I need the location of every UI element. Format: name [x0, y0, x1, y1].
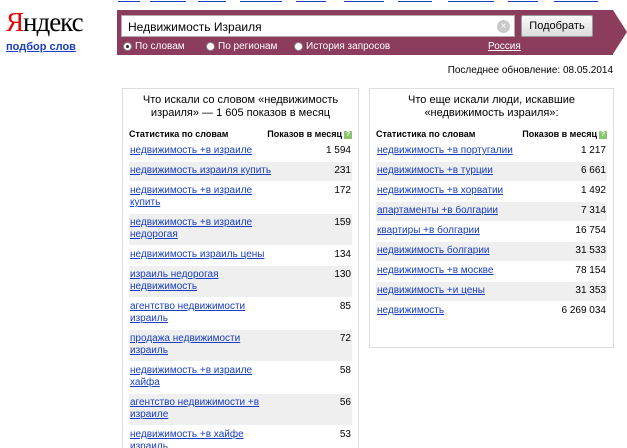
search-mode-radios: По словам По регионам История запросов Р… [123, 41, 603, 53]
impressions-count: 6 661 [580, 165, 606, 176]
column-count-header: Показов в месяц? [522, 129, 607, 139]
help-icon[interactable]: ? [344, 130, 352, 139]
keyword-link[interactable]: продажа недвижимости израиль [129, 330, 279, 361]
radio-by-words[interactable]: По словам [123, 41, 185, 52]
table-row: недвижимость +в турции 6 661 [376, 161, 607, 181]
left-panel-header: Статистика по словам Показов в месяц? [123, 127, 358, 141]
table-row: недвижимость +в израиле купить 172 [129, 181, 352, 213]
radio-query-history[interactable]: История запросов [294, 41, 390, 52]
keyword-link[interactable]: агентство недвижимости +в израиле [129, 394, 279, 425]
impressions-count: 159 [334, 217, 351, 228]
table-row: недвижимость израиля купить 231 [129, 161, 352, 181]
impressions-count: 72 [339, 333, 351, 344]
impressions-count: 134 [334, 249, 351, 260]
keyword-link[interactable]: недвижимость +в израиле [129, 142, 252, 161]
submit-button[interactable]: Подобрать [521, 15, 593, 37]
impressions-count: 56 [339, 397, 351, 408]
keyword-link[interactable]: недвижимость +в хайфе израиль [129, 426, 279, 448]
keyword-link[interactable]: недвижимость +в португалии [376, 142, 513, 161]
table-row: недвижимость израиль цены 134 [129, 245, 352, 265]
right-panel-title: Что еще искали люди, искавшие «недвижимо… [408, 94, 575, 119]
logo-first-letter: Я [6, 7, 24, 37]
left-rows: недвижимость +в израиле 1 594 недвижимость… [123, 141, 358, 448]
keyword-link[interactable]: недвижимость болгарии [376, 242, 490, 261]
table-row: недвижимость +в португалии 1 217 [376, 141, 607, 161]
last-updated: Последнее обновление: 08.05.2014 [447, 65, 613, 76]
impressions-count: 130 [334, 269, 351, 280]
impressions-count: 16 754 [575, 225, 606, 236]
keyword-link[interactable]: недвижимость +в израиле недорогая [129, 214, 279, 245]
keyword-link[interactable]: недвижимость +в турции [376, 162, 493, 181]
table-row: недвижимость +в израиле недорогая 159 [129, 213, 352, 245]
table-row: недвижимость +в москве 78 154 [376, 261, 607, 281]
impressions-count: 53 [339, 429, 351, 440]
left-panel-title: Что искали со словом «недвижимость израи… [142, 94, 339, 119]
impressions-count: 85 [339, 301, 351, 312]
left-panel: Что искали со словом «недвижимость израи… [122, 88, 359, 448]
table-row: недвижимость +в израиле 1 594 [129, 141, 352, 161]
keyword-link[interactable]: недвижимость +в хорватии [376, 182, 503, 201]
table-row: агентство недвижимости израиль 85 [129, 297, 352, 329]
table-row: недвижимость +в хорватии 1 492 [376, 181, 607, 201]
table-row: недвижимость +и цены 31 353 [376, 281, 607, 301]
keyword-link[interactable]: израиль недорогая недвижимость [129, 266, 279, 297]
keyword-link[interactable]: агентство недвижимости израиль [129, 298, 279, 329]
table-row: недвижимость болгарии 31 533 [376, 241, 607, 261]
table-row: агентство недвижимости +в израиле 56 [129, 393, 352, 425]
table-row: квартиры +в болгарии 16 754 [376, 221, 607, 241]
table-row: апартаменты +в болгарии 7 314 [376, 201, 607, 221]
keyword-link[interactable]: недвижимость +в москве [376, 262, 493, 281]
column-keyword-header: Статистика по словам [129, 129, 229, 139]
right-rows: недвижимость +в португалии 1 217 недвижимо… [370, 141, 613, 321]
keyword-link[interactable]: недвижимость израиля купить [129, 162, 271, 181]
radio-dot-icon [206, 42, 215, 51]
impressions-count: 1 594 [325, 145, 351, 156]
search-query: Недвижимость Израиля [128, 20, 262, 34]
right-panel: Что еще искали люди, искавшие «недвижимо… [369, 88, 614, 348]
impressions-count: 6 269 034 [561, 305, 607, 316]
impressions-count: 58 [339, 365, 351, 376]
keyword-link[interactable]: недвижимость израиль цены [129, 246, 264, 265]
table-row: недвижимость 6 269 034 [376, 301, 607, 321]
table-row: недвижимость +в израиле хайфа 58 [129, 361, 352, 393]
keyword-link[interactable]: недвижимость +в израиле купить [129, 182, 279, 213]
region-link[interactable]: Россия [488, 41, 521, 52]
keyword-link[interactable]: квартиры +в болгарии [376, 222, 480, 241]
table-row: израиль недорогая недвижимость 130 [129, 265, 352, 297]
radio-dot-icon [123, 42, 132, 51]
radio-dot-icon [294, 42, 303, 51]
impressions-count: 1 217 [580, 145, 606, 156]
keyword-link[interactable]: недвижимость [376, 302, 444, 321]
table-row: недвижимость +в хайфе израиль 53 [129, 425, 352, 448]
clear-icon[interactable]: × [497, 20, 510, 33]
radio-by-regions[interactable]: По регионам [206, 41, 277, 52]
impressions-count: 7 314 [580, 205, 606, 216]
help-icon[interactable]: ? [599, 130, 607, 139]
impressions-count: 172 [334, 185, 351, 196]
impressions-count: 31 533 [575, 245, 606, 256]
column-keyword-header: Статистика по словам [376, 129, 476, 139]
right-panel-header: Статистика по словам Показов в месяц? [370, 127, 613, 141]
impressions-count: 31 353 [575, 285, 606, 296]
impressions-count: 1 492 [580, 185, 606, 196]
search-bar: Недвижимость Израиля × Подобрать По слов… [117, 10, 627, 55]
column-count-header: Показов в месяц? [267, 129, 352, 139]
table-row: продажа недвижимости израиль 72 [129, 329, 352, 361]
keyword-link[interactable]: недвижимость +в израиле хайфа [129, 362, 279, 393]
impressions-count: 231 [334, 165, 351, 176]
wordstat-link[interactable]: подбор слов [6, 41, 76, 53]
keyword-link[interactable]: апартаменты +в болгарии [376, 202, 498, 221]
impressions-count: 78 154 [575, 265, 606, 276]
yandex-logo[interactable]: Яндекс [6, 7, 84, 37]
logo-rest: ндекс [23, 7, 84, 37]
search-input[interactable]: Недвижимость Израиля × [121, 15, 515, 37]
top-nav-links [118, 0, 618, 4]
keyword-link[interactable]: недвижимость +и цены [376, 282, 485, 301]
